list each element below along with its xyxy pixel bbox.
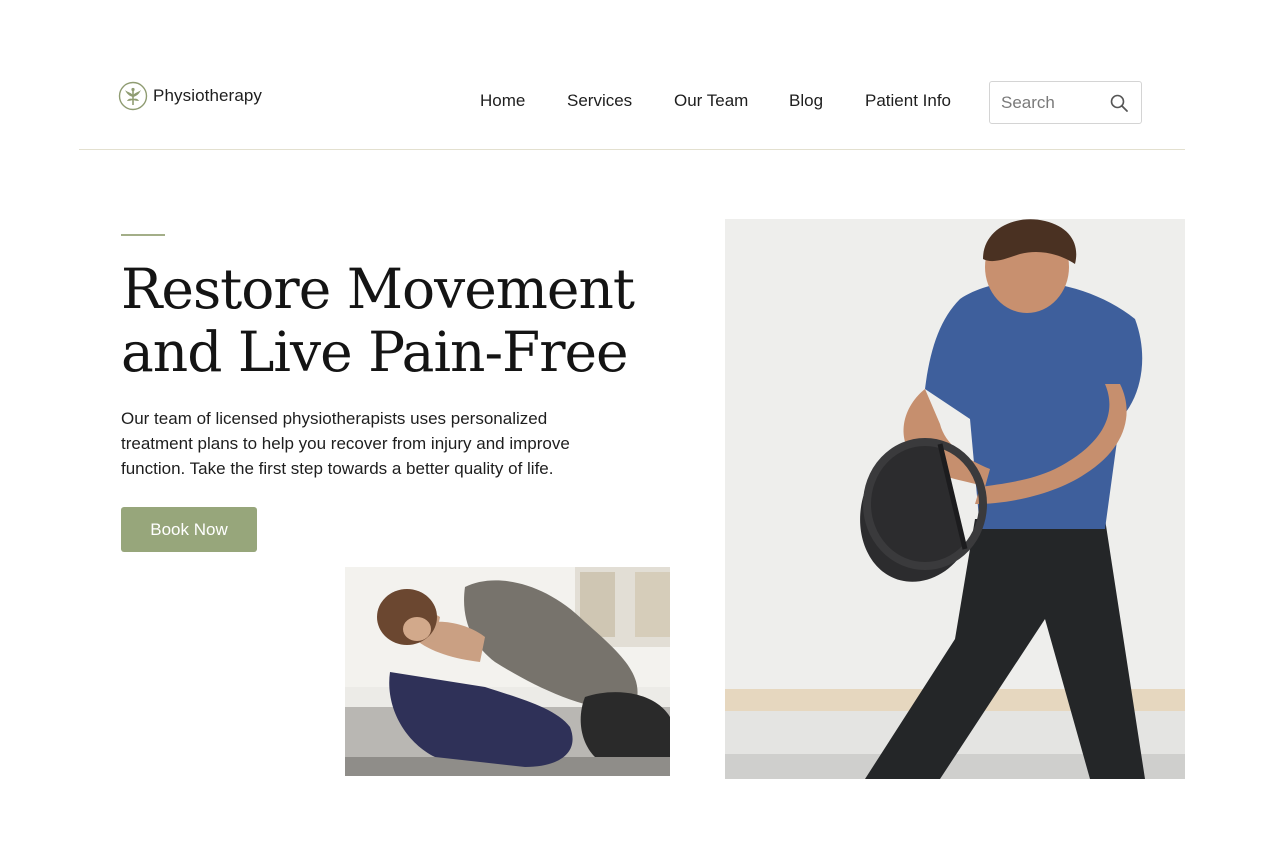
nav-item-our-team[interactable]: Our Team — [674, 91, 748, 111]
brand-logo[interactable]: Physiotherapy — [118, 81, 262, 111]
hero-title-line-1: Restore Movement — [121, 257, 635, 321]
nav-item-patient-info[interactable]: Patient Info — [865, 91, 951, 111]
brand-name: Physiotherapy — [153, 86, 263, 105]
hero-title-line-2: and Live Pain-Free — [121, 320, 629, 384]
leaf-logo-icon — [118, 81, 148, 111]
nav-item-blog[interactable]: Blog — [789, 91, 823, 111]
book-now-button[interactable]: Book Now — [121, 507, 257, 552]
therapist-photo — [725, 219, 1185, 779]
hero-title: Restore Movement and Live Pain-Free — [121, 258, 681, 384]
nav-item-services[interactable]: Services — [567, 91, 632, 111]
accent-divider — [121, 234, 165, 236]
search-input[interactable] — [1001, 82, 1101, 123]
search-box — [989, 81, 1142, 124]
site-header: Physiotherapy — [79, 0, 1185, 150]
nav-item-home[interactable]: Home — [480, 91, 525, 111]
search-icon[interactable] — [1109, 93, 1129, 113]
hero-description: Our team of licensed physiotherapists us… — [121, 409, 570, 478]
stretching-photo — [345, 567, 670, 776]
